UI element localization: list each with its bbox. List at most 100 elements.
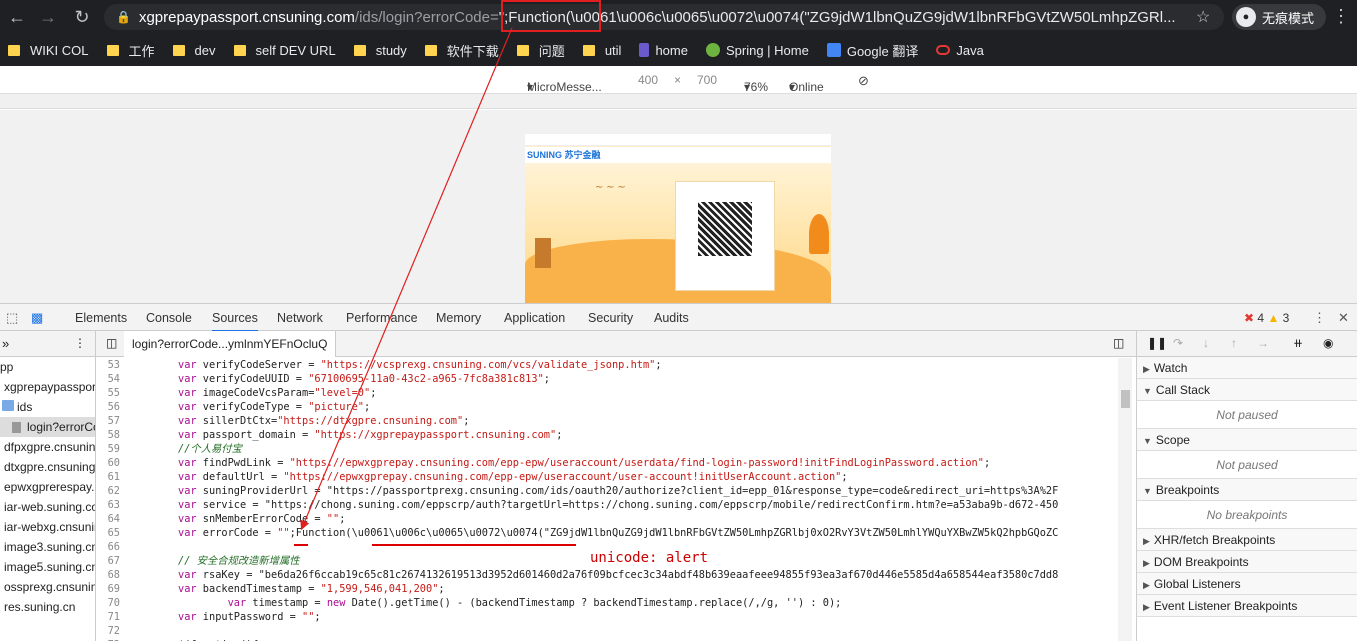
width-input[interactable]: 400: [638, 73, 658, 87]
bookmark-item[interactable]: WIKI COL: [8, 43, 89, 58]
tree-item[interactable]: dfpxgpre.cnsuning: [0, 437, 95, 457]
tree-item[interactable]: ossprexg.cnsuning: [0, 577, 95, 597]
code-line[interactable]: 72: [96, 624, 1118, 638]
line-number[interactable]: 61: [96, 470, 126, 484]
tab-sources[interactable]: Sources: [212, 311, 258, 332]
code-line[interactable]: 55 var imageCodeVcsParam="level=0";: [96, 386, 1118, 400]
devtools-menu-icon[interactable]: ⋮: [1313, 310, 1326, 326]
line-number[interactable]: 53: [96, 358, 126, 372]
code-lines[interactable]: 53 var verifyCodeServer = "https://vcspre…: [96, 358, 1118, 641]
incognito-badge[interactable]: ● 无痕模式: [1232, 4, 1327, 30]
bookmark-item[interactable]: Spring | Home: [705, 43, 809, 58]
navigator-menu-icon[interactable]: ⋮: [74, 336, 86, 350]
inspect-icon[interactable]: ⬚: [6, 310, 18, 326]
qr-code[interactable]: [698, 202, 752, 256]
section-global-listeners[interactable]: ▶ Global Listeners: [1137, 573, 1357, 595]
deactivate-breakpoints-icon[interactable]: ⧺: [1293, 336, 1303, 350]
section-event-listener-breakpoints[interactable]: ▶ Event Listener Breakpoints: [1137, 595, 1357, 617]
more-tabs-icon[interactable]: »: [2, 336, 9, 351]
line-number[interactable]: 62: [96, 484, 126, 498]
line-number[interactable]: 54: [96, 372, 126, 386]
code-line[interactable]: 62 var suningProviderUrl = "https://passp…: [96, 484, 1118, 498]
bookmark-item[interactable]: Google 翻译: [826, 41, 918, 60]
bookmark-item[interactable]: Java: [936, 43, 984, 58]
code-line[interactable]: 61 var defaultUrl = "https://epwxgprepay.…: [96, 470, 1118, 484]
section-scope[interactable]: ▼ Scope: [1137, 429, 1357, 451]
code-line[interactable]: 56 var verifyCodeType = "picture";: [96, 400, 1118, 414]
step-out-icon[interactable]: ↑: [1231, 336, 1237, 350]
toggle-navigator-icon[interactable]: ◫: [106, 336, 117, 350]
tree-item[interactable]: epwxgprerespay.c: [0, 477, 95, 497]
forward-arrow-icon[interactable]: →: [36, 5, 60, 29]
code-line[interactable]: 58 var passport_domain = "https://xgprepa…: [96, 428, 1118, 442]
rotate-icon[interactable]: ⊘: [858, 73, 869, 89]
section-breakpoints[interactable]: ▼ Breakpoints: [1137, 479, 1357, 501]
section-dom-breakpoints[interactable]: ▶ DOM Breakpoints: [1137, 551, 1357, 573]
tab-network[interactable]: Network: [277, 311, 323, 325]
tab-application[interactable]: Application: [504, 311, 565, 325]
toggle-debugger-icon[interactable]: ◫: [1113, 336, 1124, 350]
line-number[interactable]: 58: [96, 428, 126, 442]
line-number[interactable]: 57: [96, 414, 126, 428]
line-number[interactable]: 59: [96, 442, 126, 456]
bookmark-item[interactable]: 问题: [516, 41, 565, 60]
code-line[interactable]: 65 var errorCode = "";Function(\u0061\u00…: [96, 526, 1118, 540]
back-arrow-icon[interactable]: ←: [5, 5, 29, 29]
bookmark-item[interactable]: dev: [172, 43, 216, 58]
tree-item-file[interactable]: login?errorCo: [0, 417, 95, 437]
line-number[interactable]: 69: [96, 582, 126, 596]
code-line[interactable]: 53 var verifyCodeServer = "https://vcspre…: [96, 358, 1118, 372]
code-line[interactable]: 57 var sillerDtCtx="https://dtxgpre.cnsun…: [96, 414, 1118, 428]
line-number[interactable]: 65: [96, 526, 126, 540]
section-xhr-breakpoints[interactable]: ▶ XHR/fetch Breakpoints: [1137, 529, 1357, 551]
tree-item[interactable]: dtxgpre.cnsuning: [0, 457, 95, 477]
code-line[interactable]: 71 var inputPassword = "";: [96, 610, 1118, 624]
section-watch[interactable]: ▶ Watch: [1137, 357, 1357, 379]
tree-item[interactable]: iar-webxg.cnsunin: [0, 517, 95, 537]
code-line[interactable]: 70 var timestamp = new Date().getTime() …: [96, 596, 1118, 610]
tab-elements[interactable]: Elements: [75, 311, 127, 325]
bookmark-item[interactable]: home: [639, 43, 688, 58]
file-tab[interactable]: login?errorCode...ymlnmYEFnOcluQ: [124, 331, 337, 357]
line-number[interactable]: 66: [96, 540, 126, 554]
line-number[interactable]: 70: [96, 596, 126, 610]
error-counter[interactable]: ✖ 4 ▲ 3: [1244, 311, 1289, 325]
code-line[interactable]: 60 var findPwdLink = "https://epwxgprepay…: [96, 456, 1118, 470]
line-number[interactable]: 72: [96, 624, 126, 638]
address-bar[interactable]: 🔒 xgprepaypassport.cnsuning.com/ids/logi…: [104, 4, 1224, 30]
tab-audits[interactable]: Audits: [654, 311, 689, 325]
bookmark-item[interactable]: self DEV URL: [233, 43, 336, 58]
browser-menu-icon[interactable]: ⋮: [1332, 6, 1350, 27]
code-line[interactable]: 64 var snMemberErrorCode = "";: [96, 512, 1118, 526]
tab-performance[interactable]: Performance: [346, 311, 418, 325]
code-line[interactable]: 63 var service = "https://chong.suning.co…: [96, 498, 1118, 512]
tree-item[interactable]: pp: [0, 357, 95, 377]
scroll-thumb[interactable]: [1121, 390, 1130, 408]
tree-item[interactable]: res.suning.cn: [0, 597, 95, 617]
tree-item[interactable]: iar-web.suning.co: [0, 497, 95, 517]
bookmark-item[interactable]: 工作: [106, 41, 155, 60]
step-over-icon[interactable]: ↷: [1173, 336, 1183, 350]
line-number[interactable]: 68: [96, 568, 126, 582]
tree-item[interactable]: xgprepaypassport: [0, 377, 95, 397]
tab-console[interactable]: Console: [146, 311, 192, 325]
tree-item-folder[interactable]: ids: [0, 397, 95, 417]
height-input[interactable]: 700: [697, 73, 717, 87]
step-icon[interactable]: →: [1257, 336, 1269, 350]
code-line[interactable]: 69 var backendTimestamp = "1,599,546,041,…: [96, 582, 1118, 596]
line-number[interactable]: 56: [96, 400, 126, 414]
tab-security[interactable]: Security: [588, 311, 633, 325]
tree-item[interactable]: image5.suning.cn: [0, 557, 95, 577]
code-line[interactable]: 68 var rsaKey = "be6da26f6ccab19c65c81c26…: [96, 568, 1118, 582]
device-toggle-icon[interactable]: ▩: [31, 310, 43, 326]
line-number[interactable]: 63: [96, 498, 126, 512]
line-number[interactable]: 71: [96, 610, 126, 624]
line-number[interactable]: 64: [96, 512, 126, 526]
bookmark-item[interactable]: study: [353, 43, 407, 58]
bookmark-item[interactable]: 软件下载: [424, 41, 499, 60]
editor-scrollbar[interactable]: [1118, 358, 1132, 641]
line-number[interactable]: 67: [96, 554, 126, 568]
line-number[interactable]: 55: [96, 386, 126, 400]
bookmark-item[interactable]: util: [582, 43, 621, 58]
close-icon[interactable]: ✕: [1338, 310, 1349, 326]
